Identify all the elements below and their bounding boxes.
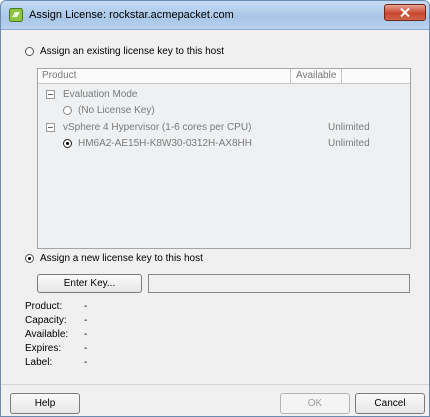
enter-key-button[interactable]: Enter Key... [37,274,142,293]
close-icon [400,8,410,17]
license-list-header: Product Available [38,69,410,84]
detail-value-product: - [84,301,88,312]
tree-node-license-key[interactable]: HM6A2-AE15H-K8W30-0312H-AX8HH [63,138,252,149]
assign-new-radio[interactable] [25,254,34,263]
tree-node-evaluation-mode[interactable]: Evaluation Mode [46,89,138,100]
detail-value-available: - [84,329,88,340]
title-bar: Assign License: rockstar.acmepacket.com [1,1,429,30]
tree-node-label: vSphere 4 Hypervisor (1-6 cores per CPU) [63,122,252,133]
detail-label-expires: Expires: [25,343,62,354]
cancel-button[interactable]: Cancel [355,393,425,414]
close-button[interactable] [384,4,426,21]
column-divider[interactable] [341,69,342,83]
detail-label-available: Available: [25,329,69,340]
tree-node-label: HM6A2-AE15H-K8W30-0312H-AX8HH [78,138,252,149]
available-value: Unlimited [328,122,370,133]
assign-existing-option[interactable]: Assign an existing license key to this h… [25,46,224,57]
tree-node-no-license-key[interactable]: (No License Key) [63,105,155,116]
available-value: Unlimited [328,138,370,149]
collapse-icon[interactable] [46,122,55,132]
license-key-display [148,274,410,293]
column-header-product[interactable]: Product [42,70,76,81]
detail-label-capacity: Capacity: [25,315,67,326]
detail-label-product: Product: [25,301,63,312]
assign-new-label: Assign a new license key to this host [40,253,203,264]
license-key-radio[interactable] [63,138,72,148]
column-header-available[interactable]: Available [296,70,336,81]
footer-divider [1,384,429,385]
detail-value-capacity: - [84,315,88,326]
collapse-icon[interactable] [46,89,55,99]
assign-license-dialog: Assign License: rockstar.acmepacket.com … [0,0,430,417]
vsphere-app-icon [9,8,23,22]
ok-button[interactable]: OK [280,393,350,414]
help-button[interactable]: Help [10,393,80,414]
tree-node-vsphere-hypervisor[interactable]: vSphere 4 Hypervisor (1-6 cores per CPU) [46,122,251,133]
license-list[interactable]: Product Available Evaluation Mode (No Li… [37,68,411,249]
window-title: Assign License: rockstar.acmepacket.com [29,9,234,21]
assign-existing-radio[interactable] [25,47,34,56]
assign-new-option[interactable]: Assign a new license key to this host [25,253,203,264]
detail-label-label: Label: [25,357,53,368]
detail-value-label: - [84,357,88,368]
tree-node-label: (No License Key) [78,105,155,116]
detail-value-expires: - [84,343,88,354]
no-license-key-radio[interactable] [63,105,72,115]
assign-existing-label: Assign an existing license key to this h… [40,46,224,57]
column-divider[interactable] [290,69,291,83]
tree-node-label: Evaluation Mode [63,89,138,100]
